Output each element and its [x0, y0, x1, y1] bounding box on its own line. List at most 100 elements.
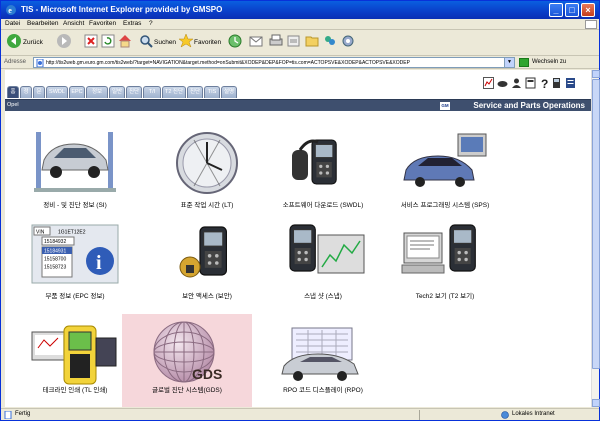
research-button[interactable]	[341, 33, 355, 53]
chart-icon[interactable]	[483, 77, 494, 89]
favorites-button[interactable]	[179, 33, 193, 53]
tab-9[interactable]: T2 진단	[162, 86, 186, 98]
ie-logo-icon: e	[6, 5, 16, 15]
car-icon[interactable]	[497, 77, 508, 89]
scroll-down-button[interactable]	[592, 399, 600, 407]
tab-3[interactable]: SWDL	[46, 86, 68, 98]
module-tile-caption[interactable]: 테크라인 인쇄 (TL 인쇄)	[10, 384, 140, 394]
tab-1[interactable]: 정	[20, 86, 32, 98]
module-tile-tech2-scanner[interactable]: 소프트웨어 다운로드 (SWDL)	[258, 124, 388, 220]
toolbar: Zurück Suchen Favoriten	[1, 30, 599, 56]
module-tile-caption[interactable]: 스냅 샷 (스냅)	[258, 290, 388, 300]
svg-text:VIN: VIN	[36, 230, 45, 236]
maximize-button[interactable]: □	[565, 3, 579, 17]
address-dropdown[interactable]: ▼	[504, 58, 514, 67]
module-tile-car-computer[interactable]: 서비스 프로그래밍 시스템 (SPS)	[380, 124, 510, 220]
address-input[interactable]: http://tis2web.gm.euro.gm.com/tis2web/?t…	[33, 57, 515, 68]
phone-icon[interactable]	[551, 77, 562, 89]
mail-button[interactable]	[249, 33, 265, 53]
tab-4[interactable]: EPC	[69, 86, 85, 98]
module-tile-caption[interactable]: 정비 - 및 진단 정보 (SI)	[10, 199, 140, 209]
scroll-up-button[interactable]	[592, 70, 600, 78]
tab-2[interactable]: 문	[33, 86, 45, 98]
clock-icon[interactable]	[162, 130, 252, 196]
go-arrow-icon[interactable]	[519, 58, 529, 67]
minimize-button[interactable]: _	[549, 3, 563, 17]
menu-view[interactable]: Ansicht	[63, 20, 84, 27]
document-icon[interactable]	[565, 77, 576, 89]
print-button[interactable]	[269, 33, 283, 53]
rpo-car-icon[interactable]	[278, 320, 368, 386]
forward-arrow-icon	[57, 34, 71, 48]
forward-button[interactable]	[56, 33, 72, 53]
module-tile-vin-info[interactable]: VIN 1G1ET12E2 15184932 15184931 15158700…	[10, 215, 140, 311]
car-lift-icon[interactable]	[30, 130, 120, 196]
module-tile-caption[interactable]: 글로벌 진단 시스템(GDS)	[122, 384, 252, 394]
help-icon[interactable]: ?	[539, 77, 550, 89]
home-icon	[119, 35, 131, 48]
security-access-icon[interactable]	[162, 221, 252, 287]
scroll-thumb[interactable]	[592, 79, 600, 369]
research-icon	[342, 35, 354, 47]
module-tile-car-lift[interactable]: 정비 - 및 진단 정보 (SI)	[10, 124, 140, 220]
tech2-view-icon[interactable]	[400, 221, 490, 287]
module-tile-caption[interactable]: Tech2 보기 (T2 보기)	[380, 290, 510, 300]
tab-12[interactable]: 설명	[221, 86, 237, 98]
back-button[interactable]	[6, 33, 22, 53]
tab-11[interactable]: TIS	[204, 86, 220, 98]
module-tile-caption[interactable]: 표준 작업 시간 (LT)	[142, 199, 272, 209]
snapshot-icon[interactable]	[278, 221, 368, 287]
svg-text:i: i	[96, 252, 102, 274]
menu-help[interactable]: ?	[149, 20, 153, 27]
tech2-scanner-icon[interactable]	[278, 130, 368, 196]
module-tile-tech2-view[interactable]: Tech2 보기 (T2 보기)	[380, 215, 510, 311]
history-icon	[228, 34, 242, 48]
stop-button[interactable]	[84, 33, 98, 53]
vin-info-icon[interactable]: VIN 1G1ET12E2 15184932 15184931 15158700…	[30, 221, 120, 287]
module-tile-caption[interactable]: 부품 정보 (EPC 정보)	[10, 290, 140, 300]
module-tile-security-access[interactable]: 보안 액세스 (보안)	[142, 215, 272, 311]
folder-button[interactable]	[305, 33, 319, 53]
go-label[interactable]: Wechseln zu	[532, 59, 566, 65]
module-tile-caption[interactable]: RPO 코드 디스플레이 (RPO)	[258, 384, 388, 394]
history-button[interactable]	[228, 33, 242, 53]
menu-edit[interactable]: Bearbeiten	[27, 20, 58, 27]
svg-text:15158700: 15158700	[44, 257, 66, 263]
menu-favorites[interactable]: Favoriten	[89, 20, 116, 27]
module-tile-caption[interactable]: 보안 액세스 (보안)	[142, 290, 272, 300]
module-tile-globe-gds[interactable]: GDS 글로벌 진단 시스템(GDS)	[122, 314, 252, 407]
edit-icon	[287, 35, 300, 47]
module-tile-caption[interactable]: 소프트웨어 다운로드 (SWDL)	[258, 199, 388, 209]
tab-0[interactable]: 홈	[7, 86, 19, 98]
module-tile-techline-print[interactable]: 테크라인 인쇄 (TL 인쇄)	[10, 314, 140, 407]
star-icon	[179, 33, 193, 48]
car-computer-icon[interactable]	[400, 130, 490, 196]
user-icon[interactable]	[511, 77, 522, 89]
vertical-scrollbar[interactable]	[591, 70, 600, 407]
tab-8[interactable]: T/I	[143, 86, 161, 98]
refresh-button[interactable]	[101, 33, 115, 53]
menu-tools[interactable]: Extras	[123, 20, 141, 27]
messenger-button[interactable]	[323, 33, 337, 53]
menu-file[interactable]: Datei	[5, 20, 20, 27]
print-icon	[269, 34, 283, 46]
home-button[interactable]	[118, 33, 132, 53]
techline-print-icon[interactable]	[30, 320, 120, 386]
tab-5[interactable]: 정보	[86, 86, 108, 98]
search-icon	[140, 35, 153, 48]
edit-button[interactable]	[287, 33, 301, 53]
module-tile-clock[interactable]: 표준 작업 시간 (LT)	[142, 124, 272, 220]
module-tile-caption[interactable]: 서비스 프로그래밍 시스템 (SPS)	[380, 199, 510, 209]
address-url: http://tis2web.gm.euro.gm.com/tis2web/?t…	[46, 60, 410, 66]
back-label: Zurück	[23, 39, 43, 46]
tab-6[interactable]: 일반	[109, 86, 125, 98]
tab-7[interactable]: 진단	[126, 86, 142, 98]
book-icon[interactable]	[525, 77, 536, 89]
page-status-icon	[4, 411, 12, 419]
tab-10[interactable]: 진단	[187, 86, 203, 98]
favorites-label: Favoriten	[194, 39, 222, 46]
close-button[interactable]: ×	[581, 3, 595, 17]
module-tile-snapshot[interactable]: 스냅 샷 (스냅)	[258, 215, 388, 311]
module-tile-rpo-car[interactable]: RPO 코드 디스플레이 (RPO)	[258, 314, 388, 407]
search-button[interactable]	[139, 33, 153, 53]
